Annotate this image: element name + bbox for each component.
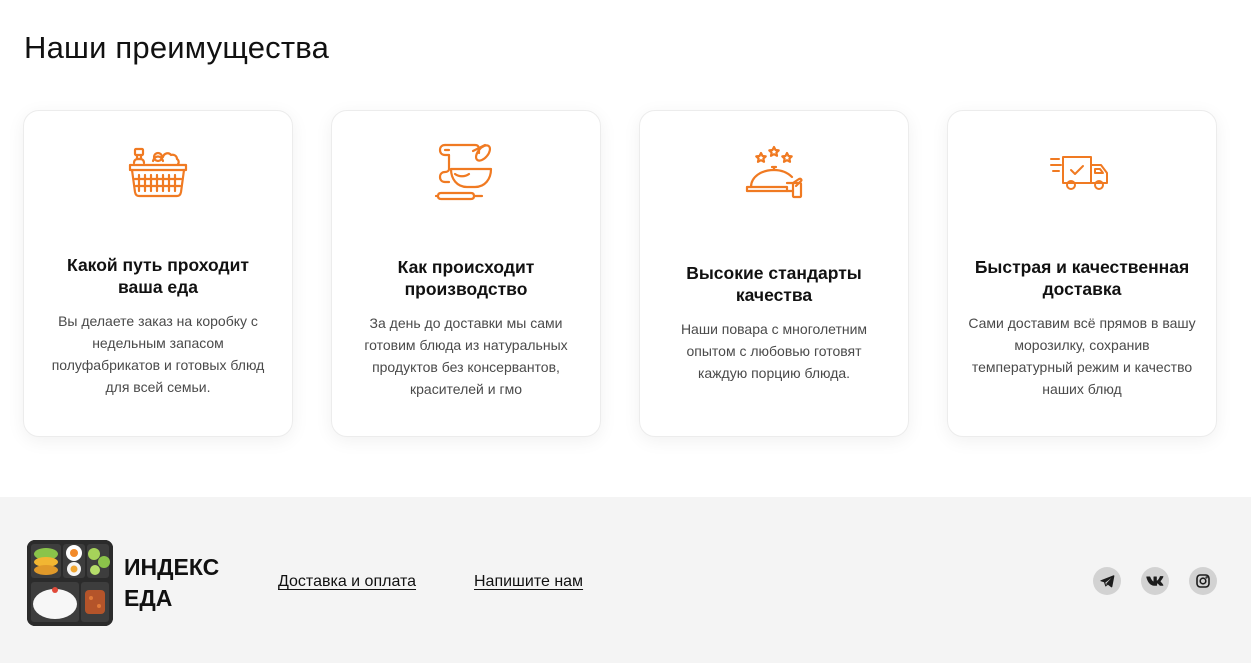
contact-us-link[interactable]: Напишите нам (474, 573, 583, 591)
card-title: Быстрая и качественная доставка (974, 256, 1190, 299)
card-title: Как происходит производство (397, 256, 535, 299)
advantage-card-delivery: Быстрая и качественная доставка Сами дос… (947, 110, 1217, 437)
brand-line-1: ИНДЕКС (124, 554, 220, 580)
card-description: Сами доставим всё прямов в вашу морозилк… (968, 314, 1196, 397)
telegram-icon[interactable] (1093, 567, 1121, 595)
bento-box-logo[interactable] (27, 540, 113, 626)
card-description: Вы делаете заказ на коробку с недельным … (51, 312, 265, 395)
delivery-payment-link[interactable]: Доставка и оплата (278, 573, 416, 591)
card-description: За день до доставки мы сами готовим блюд… (364, 314, 568, 397)
card-title: Какой путь проходит ваша еда (67, 254, 249, 297)
vk-icon[interactable] (1141, 567, 1169, 595)
advantage-card-quality: Высокие стандарты качества Наши повара с… (639, 110, 909, 437)
footer: ИНДЕКС ЕДА Доставка и оплата Напишите на… (0, 497, 1251, 663)
advantage-card-food-path: Какой путь проходит ваша еда Вы делаете … (23, 110, 293, 437)
instagram-icon[interactable] (1189, 567, 1217, 595)
brand-line-2: ЕДА (124, 585, 173, 611)
brand-name[interactable]: ИНДЕКС ЕДА (124, 552, 244, 614)
card-description: Наши повара с многолетним опытом с любов… (680, 320, 868, 381)
section-title: Наши преимущества (24, 30, 330, 65)
card-title: Высокие стандарты качества (686, 262, 862, 305)
advantage-card-production: Как происходит производство За день до д… (331, 110, 601, 437)
advantages-cards: Какой путь проходит ваша еда Вы делаете … (23, 110, 1217, 437)
